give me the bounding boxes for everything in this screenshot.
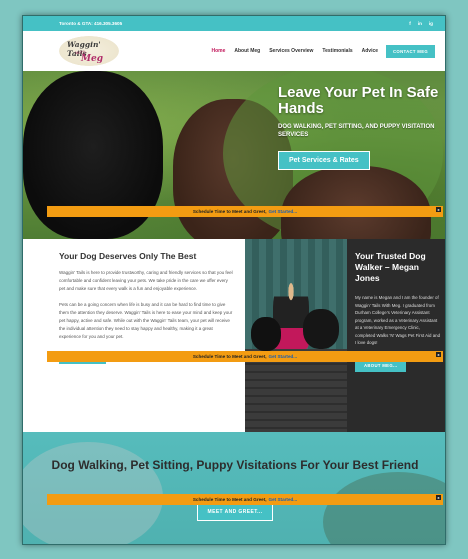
nav-testimonials[interactable]: Testimonials: [322, 48, 352, 54]
schedule-banner[interactable]: Schedule Time to Meet and Greet, Get Sta…: [47, 206, 443, 217]
facebook-icon[interactable]: f: [409, 21, 411, 26]
banner-link[interactable]: Get Started...: [269, 497, 298, 502]
banner-link[interactable]: Get Started...: [269, 354, 298, 359]
banner-close-icon[interactable]: x: [436, 352, 441, 357]
banner-link[interactable]: Get Started...: [269, 209, 298, 214]
top-bar: Toronto & GTA: 416.305.3605 f in ig: [23, 16, 445, 31]
nav-about-meg[interactable]: About Meg: [234, 48, 260, 54]
best-care-column: Your Dog Deserves Only The Best Waggin' …: [23, 239, 245, 432]
page-frame: Toronto & GTA: 416.305.3605 f in ig Wagg…: [22, 15, 446, 545]
site-header: Waggin' Tails with Meg Home About Meg Se…: [23, 31, 445, 71]
nav-advice[interactable]: Advice: [362, 48, 378, 54]
meet-and-greet-button[interactable]: MEET AND GREET...: [196, 503, 274, 521]
hero-subtitle: DOG WALKING, PET SITTING, AND PUPPY VISI…: [278, 124, 435, 138]
best-care-para-1: Waggin' Tails is here to provide trustwo…: [59, 270, 233, 291]
banner-text: Schedule Time to Meet and Greet,: [192, 354, 267, 359]
services-callout-section: Dog Walking, Pet Sitting, Puppy Visitati…: [23, 432, 445, 544]
contact-meg-button[interactable]: CONTACT MEG: [386, 44, 435, 58]
megan-photo: [245, 239, 347, 432]
site-logo[interactable]: Waggin' Tails with Meg: [59, 36, 119, 66]
dog-walker-column: Your Trusted Dog Walker – Megan Jones My…: [347, 239, 445, 432]
linkedin-icon[interactable]: in: [418, 21, 422, 26]
nav-services-overview[interactable]: Services Overview: [269, 48, 313, 54]
schedule-banner[interactable]: Schedule Time to Meet and Greet, Get Sta…: [47, 494, 443, 505]
banner-close-icon[interactable]: x: [436, 495, 441, 500]
hero-text: Leave Your Pet In Safe Hands DOG WALKING…: [278, 84, 445, 170]
dog-walker-title: Your Trusted Dog Walker – Megan Jones: [355, 251, 426, 283]
schedule-banner[interactable]: Schedule Time to Meet and Greet, Get Sta…: [47, 351, 443, 362]
hero-title: Leave Your Pet In Safe Hands: [278, 84, 439, 117]
small-dog-figure: [251, 317, 281, 351]
large-dog-figure: [303, 309, 339, 349]
nav-home[interactable]: Home: [211, 48, 225, 54]
intro-section: Your Dog Deserves Only The Best Waggin' …: [23, 239, 445, 432]
instagram-icon[interactable]: ig: [429, 21, 433, 26]
dog-walker-bio: My name is Megan and I am the founder of…: [355, 295, 441, 345]
social-links: f in ig: [409, 21, 433, 26]
logo-line-3: Meg: [81, 54, 103, 64]
main-nav: Home About Meg Services Overview Testimo…: [211, 48, 378, 54]
pet-services-rates-button[interactable]: Pet Services & Rates: [278, 151, 370, 170]
banner-close-icon[interactable]: x: [436, 207, 441, 212]
banner-text: Schedule Time to Meet and Greet,: [192, 497, 267, 502]
services-callout-title: Dog Walking, Pet Sitting, Puppy Visitati…: [51, 458, 419, 472]
background-blur: [323, 472, 445, 544]
best-care-para-2: Pets can be a going concern when life is…: [59, 302, 233, 339]
banner-text: Schedule Time to Meet and Greet,: [192, 209, 267, 214]
best-care-title: Your Dog Deserves Only The Best: [59, 251, 197, 261]
phone-number[interactable]: Toronto & GTA: 416.305.3605: [59, 21, 122, 26]
